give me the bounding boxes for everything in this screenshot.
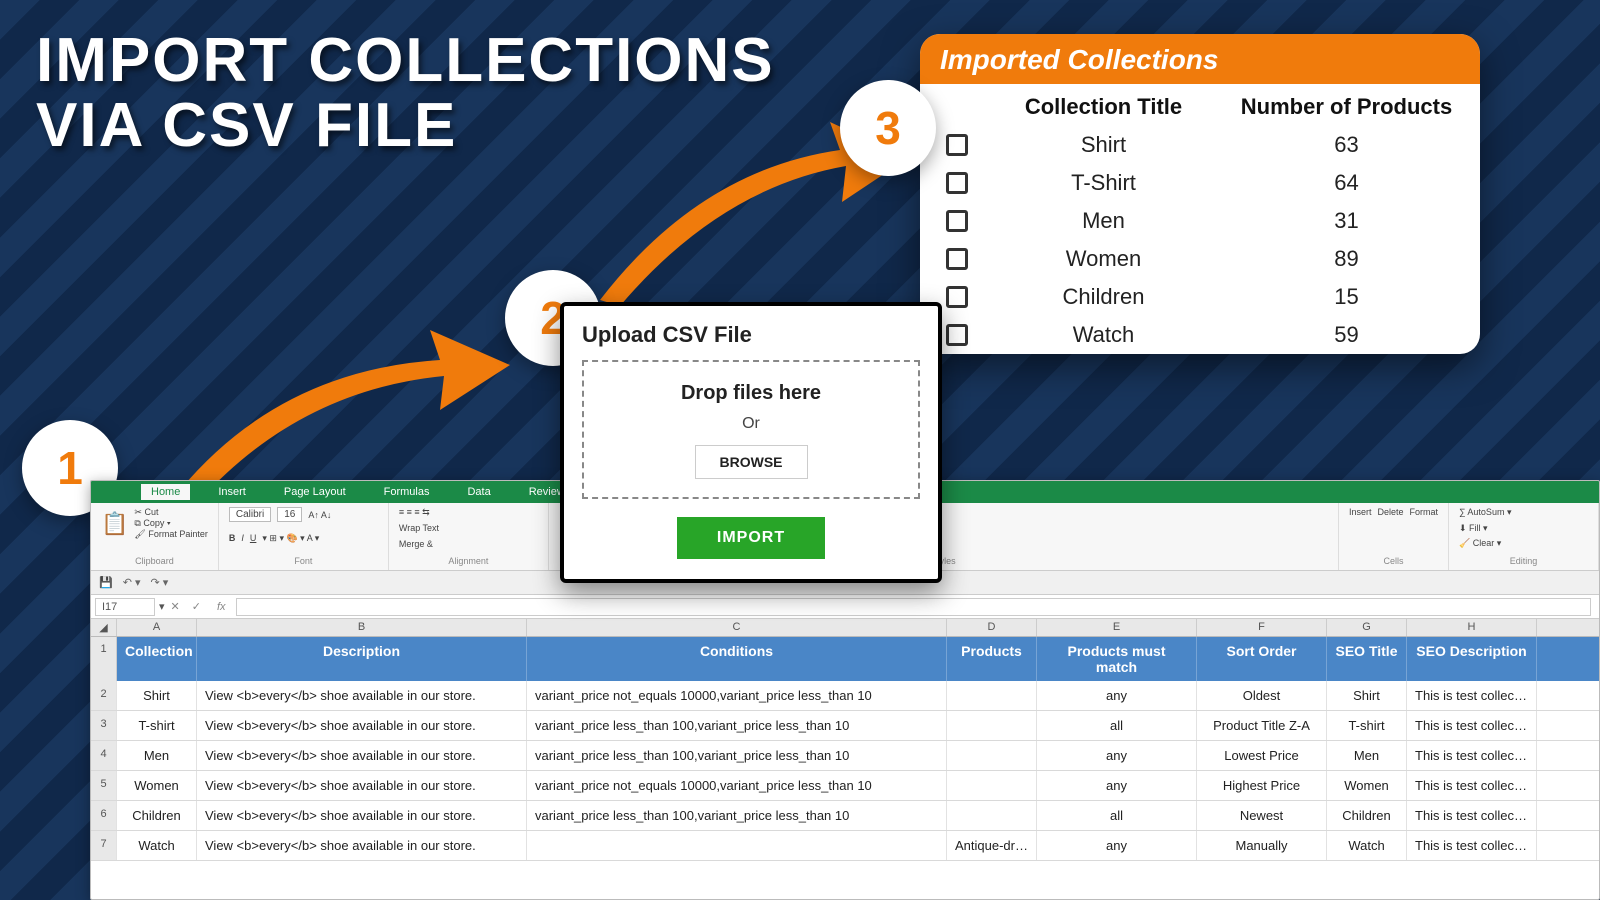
ribbon-editing: ∑ AutoSum ▾ ⬇ Fill ▾ 🧹 Clear ▾ Editing xyxy=(1449,503,1599,570)
fx-icon[interactable]: fx xyxy=(207,601,236,613)
checkbox[interactable] xyxy=(946,286,968,308)
upload-csv-modal: Upload CSV File Drop files here Or BROWS… xyxy=(560,302,942,583)
checkbox[interactable] xyxy=(946,172,968,194)
col-count-header: Number of Products xyxy=(1225,94,1468,120)
list-item: Shirt63 xyxy=(920,126,1480,164)
tab-insert[interactable]: Insert xyxy=(208,484,256,500)
table-row[interactable]: 5WomenView <b>every</b> shoe available i… xyxy=(91,771,1599,801)
checkbox[interactable] xyxy=(946,248,968,270)
format-cell[interactable]: Format xyxy=(1409,507,1438,517)
list-item: Men31 xyxy=(920,202,1480,240)
list-item: Watch59 xyxy=(920,316,1480,354)
tab-page-layout[interactable]: Page Layout xyxy=(274,484,356,500)
collections-headers: Collection Title Number of Products xyxy=(920,84,1480,126)
font-size[interactable]: 16 xyxy=(277,507,302,522)
delete-cell[interactable]: Delete xyxy=(1377,507,1403,517)
cut-button[interactable]: ✂ Cut xyxy=(134,507,207,518)
tab-formulas[interactable]: Formulas xyxy=(374,484,440,500)
ribbon-font: Calibri 16 A↑ A↓ B I U ▾ ⊞ ▾ 🎨 ▾ A ▾ Fon… xyxy=(219,503,389,570)
tab-data[interactable]: Data xyxy=(457,484,500,500)
upload-title: Upload CSV File xyxy=(582,322,920,348)
imported-collections-panel: Imported Collections Collection Title Nu… xyxy=(920,34,1480,354)
table-row[interactable]: 4MenView <b>every</b> shoe available in … xyxy=(91,741,1599,771)
dropzone-or: Or xyxy=(594,415,908,433)
checkbox[interactable] xyxy=(946,324,968,346)
copy-button[interactable]: ⧉ Copy ▾ xyxy=(134,518,207,529)
ribbon-alignment: ≡ ≡ ≡ ⇆ Wrap Text Merge & Alignment xyxy=(389,503,549,570)
redo-icon[interactable]: ↷ ▾ xyxy=(151,576,169,589)
undo-icon[interactable]: ↶ ▾ xyxy=(123,576,141,589)
font-name[interactable]: Calibri xyxy=(229,507,271,522)
checkbox[interactable] xyxy=(946,210,968,232)
paste-icon[interactable]: 📋 xyxy=(101,511,128,537)
ribbon-clipboard: 📋 ✂ Cut ⧉ Copy ▾ 🖌 Format Painter Clipbo… xyxy=(91,503,219,570)
headline-line-1: IMPORT COLLECTIONS xyxy=(36,26,775,95)
save-icon[interactable]: 💾 xyxy=(99,576,113,589)
imported-collections-title: Imported Collections xyxy=(920,34,1480,84)
browse-button[interactable]: BROWSE xyxy=(695,445,808,479)
format-painter-button[interactable]: 🖌 Format Painter xyxy=(134,529,207,540)
list-item: Children15 xyxy=(920,278,1480,316)
dropzone[interactable]: Drop files here Or BROWSE xyxy=(582,360,920,499)
table-row[interactable]: 2ShirtView <b>every</b> shoe available i… xyxy=(91,681,1599,711)
name-box[interactable]: I17 xyxy=(95,598,155,616)
formula-bar: I17 ▾ ✕ ✓ fx xyxy=(91,595,1599,619)
table-row[interactable]: 6ChildrenView <b>every</b> shoe availabl… xyxy=(91,801,1599,831)
import-button[interactable]: IMPORT xyxy=(677,517,825,559)
list-item: Women89 xyxy=(920,240,1480,278)
table-row[interactable]: 7WatchView <b>every</b> shoe available i… xyxy=(91,831,1599,861)
column-letters: ◢ABCDEFGH xyxy=(91,619,1599,637)
merge-center[interactable]: Merge & xyxy=(399,539,538,549)
step-badge-3: 3 xyxy=(840,80,936,176)
formula-input[interactable] xyxy=(236,598,1591,616)
tab-home[interactable]: Home xyxy=(141,484,190,500)
ribbon-cells: Insert Delete Format Cells xyxy=(1339,503,1449,570)
headline-line-2: VIA CSV FILE xyxy=(36,91,457,160)
wrap-text[interactable]: Wrap Text xyxy=(399,523,538,533)
col-title-header: Collection Title xyxy=(982,94,1225,120)
sheet-body: 2ShirtView <b>every</b> shoe available i… xyxy=(91,681,1599,861)
dropzone-label: Drop files here xyxy=(594,382,908,405)
list-item: T-Shirt64 xyxy=(920,164,1480,202)
table-row[interactable]: 3T-shirtView <b>every</b> shoe available… xyxy=(91,711,1599,741)
checkbox[interactable] xyxy=(946,134,968,156)
insert-cell[interactable]: Insert xyxy=(1349,507,1372,517)
sheet-header-row: 1 Collection Description Conditions Prod… xyxy=(91,637,1599,681)
